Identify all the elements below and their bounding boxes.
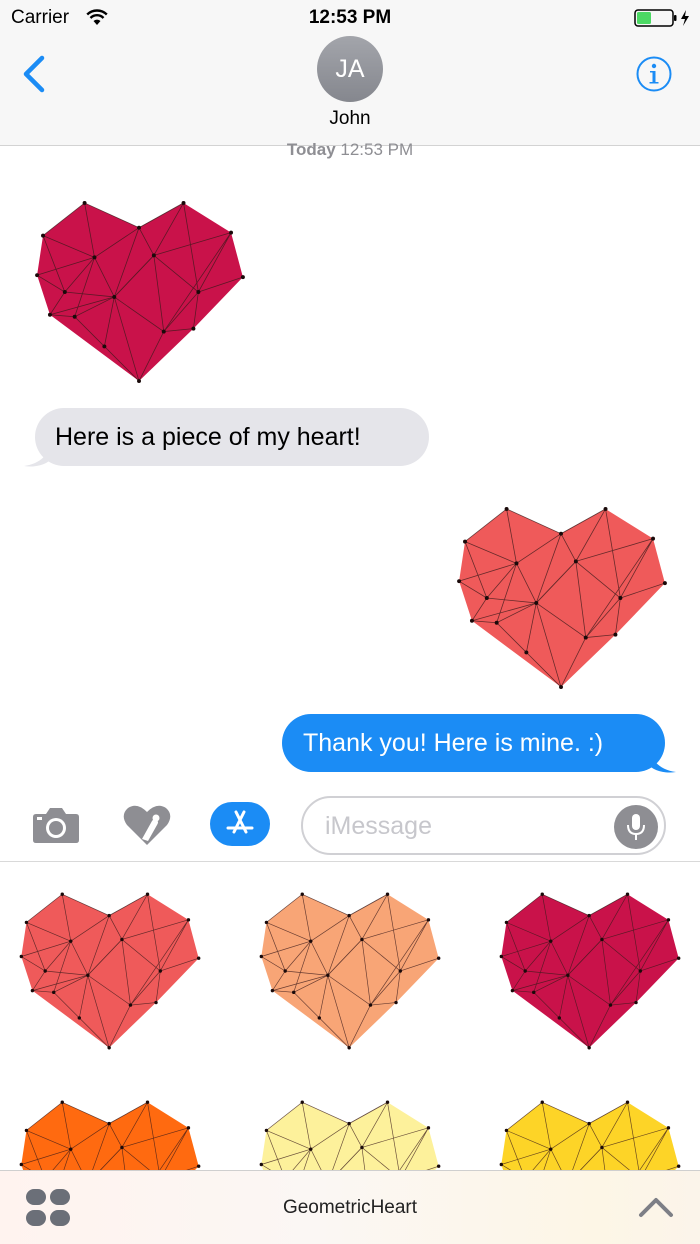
sent-heart-sticker[interactable]	[456, 504, 668, 692]
status-bar: Carrier 12:53 PM	[0, 0, 700, 36]
app-store-button[interactable]	[210, 802, 270, 846]
microphone-icon	[627, 814, 645, 840]
message-placeholder: iMessage	[325, 812, 432, 840]
battery-icon	[634, 9, 689, 27]
clock: 12:53 PM	[308, 7, 392, 28]
sticker-peach-heart[interactable]	[258, 890, 442, 1052]
microphone-button[interactable]	[614, 805, 658, 849]
back-icon[interactable]	[20, 54, 46, 94]
message-input[interactable]: iMessage	[301, 796, 666, 855]
sticker-orange-heart[interactable]	[18, 1098, 202, 1170]
app-store-icon	[226, 810, 254, 834]
incoming-message-bubble[interactable]: Here is a piece of my heart!	[35, 408, 429, 466]
incoming-message-text: Here is a piece of my heart!	[55, 422, 361, 451]
contact-avatar[interactable]: JA	[317, 36, 383, 102]
timestamp-day: Today	[286, 140, 336, 159]
info-icon[interactable]	[636, 56, 672, 92]
sticker-yellow-heart[interactable]	[498, 1098, 682, 1170]
sticker-pale-yellow-heart[interactable]	[258, 1098, 442, 1170]
app-name: GeometricHeart	[282, 1197, 418, 1218]
outgoing-message-text: Thank you! Here is mine. :)	[303, 728, 604, 757]
timestamp-time: 12:53 PM	[340, 140, 414, 159]
digital-touch-icon[interactable]	[122, 803, 172, 847]
sticker-drawer	[0, 862, 700, 1170]
app-drawer-bar: GeometricHeart	[0, 1170, 700, 1244]
compose-bar: iMessage	[0, 786, 700, 862]
chevron-up-icon[interactable]	[638, 1195, 674, 1219]
sticker-coral-heart[interactable]	[18, 890, 202, 1052]
sticker-crimson-heart[interactable]	[498, 890, 682, 1052]
message-timestamp: Today 12:53 PM	[0, 140, 700, 160]
conversation-header: JA John	[0, 36, 700, 146]
contact-name[interactable]: John	[0, 108, 700, 130]
outgoing-message-bubble[interactable]: Thank you! Here is mine. :)	[282, 714, 665, 772]
camera-icon[interactable]	[32, 806, 80, 844]
received-heart-sticker[interactable]	[34, 198, 246, 386]
